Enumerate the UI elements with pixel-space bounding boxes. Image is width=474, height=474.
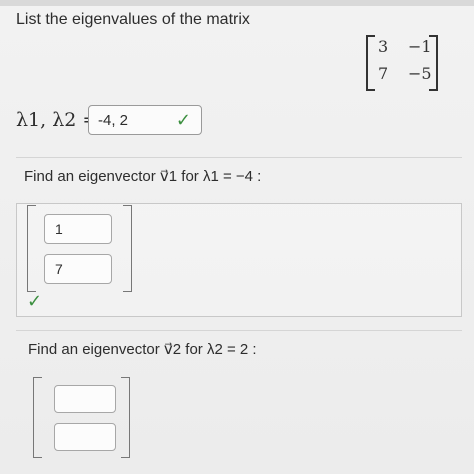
- eigenvector-2-right-bracket: [121, 377, 130, 458]
- matrix-left-bracket: [366, 35, 375, 91]
- eigenvector-1-component-2-input[interactable]: 7: [44, 254, 112, 284]
- eigenvector-1-component-2-value: 7: [55, 261, 63, 277]
- eigenvector-1-right-bracket: [123, 205, 132, 292]
- section-divider: [16, 157, 462, 158]
- eigenvalues-input-value: -4, 2: [98, 112, 129, 129]
- eigenvector-2-prompt: Find an eigenvector v⃗2 for λ2 = 2 :: [28, 341, 257, 358]
- check-icon: ✓: [27, 291, 43, 312]
- eigen-problem-page: List the eigenvalues of the matrix 3 −1 …: [0, 0, 474, 474]
- matrix-cell-2-2: −5: [408, 64, 432, 83]
- eigenvector-2-component-2-input[interactable]: [54, 423, 116, 451]
- matrix-cell-1-2: −1: [408, 37, 432, 56]
- top-edge: [0, 0, 474, 6]
- eigenvector-1-left-bracket: [27, 205, 36, 292]
- eigenvector-1-component-1-value: 1: [55, 221, 63, 237]
- matrix-cell-1-1: 3: [378, 37, 389, 56]
- eigenvalues-row: λ1, λ2 = -4, 2 ✓: [16, 105, 206, 137]
- eigenvector-1-prompt: Find an eigenvector v⃗1 for λ1 = −4 :: [24, 168, 262, 185]
- matrix-cell-2-1: 7: [378, 64, 389, 83]
- eigenvector-2-left-bracket: [33, 377, 42, 458]
- question-title: List the eigenvalues of the matrix: [16, 11, 250, 28]
- matrix: 3 −1 7 −5: [366, 35, 438, 91]
- eigenvalues-input[interactable]: -4, 2 ✓: [88, 105, 202, 135]
- eigenvalues-label: λ1, λ2 =: [16, 109, 99, 131]
- eigenvector-1-component-1-input[interactable]: 1: [44, 214, 112, 244]
- eigenvector-2-component-1-input[interactable]: [54, 385, 116, 413]
- check-icon: ✓: [175, 110, 191, 131]
- section-divider: [16, 330, 462, 331]
